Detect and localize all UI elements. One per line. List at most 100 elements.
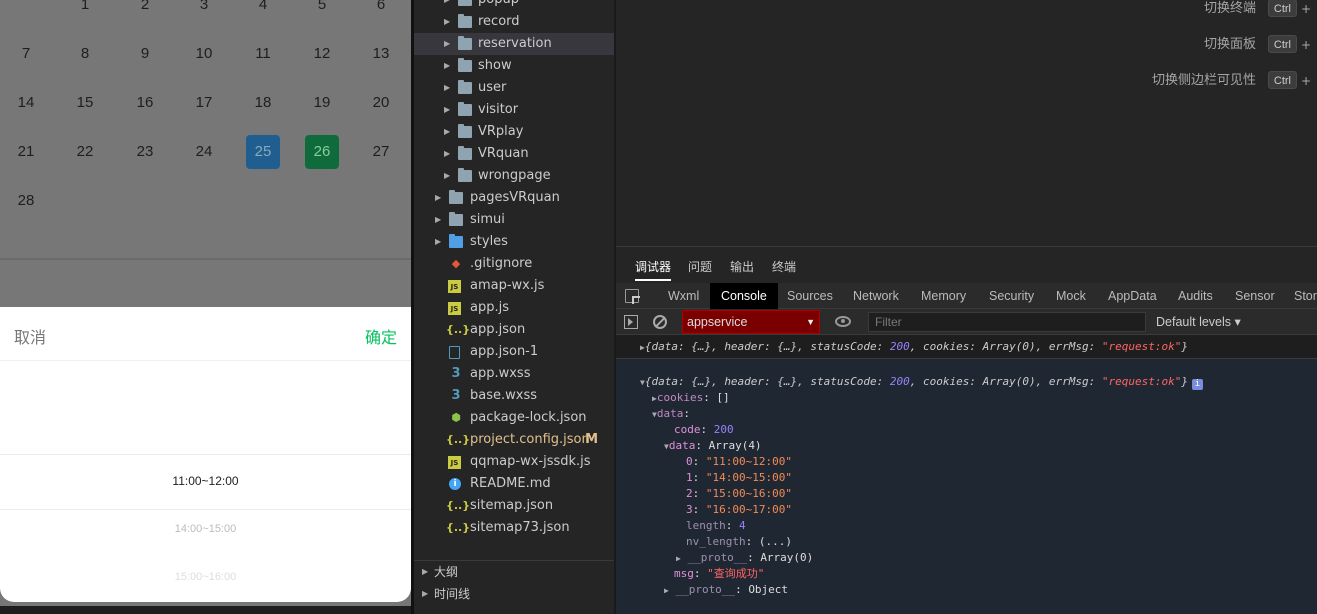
log-summary[interactable]: ▶{data: {…}, header: {…}, statusCode: 20… xyxy=(640,339,1188,355)
picker-cancel-button[interactable]: 取消 xyxy=(14,324,46,348)
prop-proto-object[interactable]: ▶ __proto__: Object xyxy=(664,582,788,598)
tab-sensor[interactable]: Sensor xyxy=(1235,283,1275,309)
calendar-day[interactable]: 16 xyxy=(128,86,162,120)
tree-file-gitignore[interactable]: ◆ .gitignore xyxy=(414,253,614,275)
calendar-day[interactable]: 14 xyxy=(9,86,43,120)
tree-folder-vrquan[interactable]: ▶ VRquan xyxy=(414,143,614,165)
tree-folder-styles[interactable]: ▶ styles xyxy=(414,231,614,253)
shortcut-label: 切换面板 xyxy=(1203,37,1256,52)
context-select[interactable]: appservice ▼ xyxy=(682,310,820,334)
picker-option-selected[interactable]: 11:00~12:00 xyxy=(0,474,411,488)
log-summary[interactable]: ▼{data: {…}, header: {…}, statusCode: 20… xyxy=(640,374,1203,390)
prop-data[interactable]: ▼data: xyxy=(652,406,690,422)
tree-file-appjson[interactable]: {..} app.json xyxy=(414,319,614,341)
prop-nv-length[interactable]: nv_length: (...) xyxy=(686,534,792,550)
calendar-day[interactable]: 8 xyxy=(68,37,102,71)
calendar-day[interactable]: 24 xyxy=(187,135,221,169)
calendar-day[interactable]: 15 xyxy=(68,86,102,120)
calendar-day[interactable]: 9 xyxy=(128,37,162,71)
calendar-day-selected-end[interactable]: 26 xyxy=(305,135,339,169)
picker-option[interactable]: 15:00~16:00 xyxy=(0,571,411,583)
tree-folder-show[interactable]: ▶ show xyxy=(414,55,614,77)
calendar-day[interactable]: 28 xyxy=(9,184,43,218)
tab-output[interactable]: 输出 xyxy=(730,258,754,275)
calendar-day[interactable]: 23 xyxy=(128,135,162,169)
calendar-day[interactable]: 11 xyxy=(246,37,280,71)
calendar-day[interactable]: 7 xyxy=(9,37,43,71)
tab-appdata[interactable]: AppData xyxy=(1108,283,1157,309)
picker-option[interactable]: 14:00~15:00 xyxy=(0,523,411,535)
tab-security[interactable]: Security xyxy=(989,283,1034,309)
console-filter-input[interactable] xyxy=(868,312,1146,332)
folder-icon xyxy=(458,168,472,182)
tree-file-sitemap[interactable]: {..} sitemap.json xyxy=(414,495,614,517)
tree-file-package-lock[interactable]: ⬢ package-lock.json xyxy=(414,407,614,429)
tree-file-qqmap[interactable]: JS qqmap-wx-jssdk.js xyxy=(414,451,614,473)
prop-data-array[interactable]: ▼data: Array(4) xyxy=(664,438,762,454)
console-log-entry[interactable]: ▶{data: {…}, header: {…}, statusCode: 20… xyxy=(616,335,1317,359)
tree-folder-popup[interactable]: ▶ popup xyxy=(414,0,614,11)
tree-folder-record[interactable]: ▶ record xyxy=(414,11,614,33)
calendar-day[interactable]: 17 xyxy=(187,86,221,120)
timeline-section[interactable]: ▶ 时间线 xyxy=(414,583,614,605)
calendar-day[interactable]: 12 xyxy=(305,37,339,71)
tree-folder-wrongpage[interactable]: ▶ wrongpage xyxy=(414,165,614,187)
calendar-day[interactable]: 4 xyxy=(246,0,280,22)
picker-confirm-button[interactable]: 确定 xyxy=(365,324,397,348)
tab-mock[interactable]: Mock xyxy=(1056,283,1086,309)
console-log-entry-expanded[interactable]: ▼{data: {…}, header: {…}, statusCode: 20… xyxy=(616,359,1317,614)
calendar-row-1: 1 2 3 4 5 6 xyxy=(0,0,411,28)
calendar-day-selected-start[interactable]: 25 xyxy=(246,135,280,169)
tab-memory[interactable]: Memory xyxy=(921,283,966,309)
calendar-day[interactable]: 5 xyxy=(305,0,339,22)
tree-file-amap[interactable]: JS amap-wx.js xyxy=(414,275,614,297)
tree-folder-reservation[interactable]: ▶ reservation xyxy=(414,33,614,55)
tab-problems[interactable]: 问题 xyxy=(688,258,712,275)
calendar-day[interactable]: 19 xyxy=(305,86,339,120)
calendar-day[interactable]: 6 xyxy=(364,0,398,22)
prop-cookies[interactable]: ▶cookies: [] xyxy=(652,390,730,406)
calendar-day[interactable]: 2 xyxy=(128,0,162,22)
tree-item-label: VRplay xyxy=(478,124,524,139)
tab-wxml[interactable]: Wxml xyxy=(668,283,699,309)
panel-tabbar: 调试器 问题 输出 终端 xyxy=(616,247,1317,283)
inspect-element-icon[interactable] xyxy=(625,289,640,304)
calendar-day[interactable]: 22 xyxy=(68,135,102,169)
tree-file-appwxss[interactable]: 3 app.wxss xyxy=(414,363,614,385)
tab-console[interactable]: Console xyxy=(710,283,778,309)
calendar-day[interactable]: 10 xyxy=(187,37,221,71)
tab-sources[interactable]: Sources xyxy=(787,283,833,309)
info-icon[interactable]: i xyxy=(1191,379,1203,390)
tree-file-project-config[interactable]: {..} project.config.json M xyxy=(414,429,614,451)
tab-debugger[interactable]: 调试器 xyxy=(635,258,672,281)
tree-file-readme[interactable]: i README.md xyxy=(414,473,614,495)
outline-section[interactable]: ▶ 大纲 xyxy=(414,561,614,583)
prop-proto-array[interactable]: ▶ __proto__: Array(0) xyxy=(676,550,813,566)
calendar-day[interactable]: 13 xyxy=(364,37,398,71)
tree-file-appjs[interactable]: JS app.js xyxy=(414,297,614,319)
tab-audits[interactable]: Audits xyxy=(1178,283,1213,309)
tree-folder-simui[interactable]: ▶ simui xyxy=(414,209,614,231)
tab-storage[interactable]: Stora xyxy=(1294,283,1317,309)
tree-file-appjson-1[interactable]: app.json-1 xyxy=(414,341,614,363)
tree-file-sitemap73[interactable]: {..} sitemap73.json xyxy=(414,517,614,539)
tree-folder-user[interactable]: ▶ user xyxy=(414,77,614,99)
file-icon xyxy=(449,346,460,359)
tree-folder-vrplay[interactable]: ▶ VRplay xyxy=(414,121,614,143)
calendar-day[interactable]: 21 xyxy=(9,135,43,169)
calendar-day[interactable]: 20 xyxy=(364,86,398,120)
tree-file-basewxss[interactable]: 3 base.wxss xyxy=(414,385,614,407)
tree-folder-pagesvrquan[interactable]: ▶ pagesVRquan xyxy=(414,187,614,209)
log-levels-dropdown[interactable]: Default levels ▾ xyxy=(1156,309,1241,335)
calendar-day[interactable]: 27 xyxy=(364,135,398,169)
eye-icon[interactable] xyxy=(835,316,851,327)
clear-console-icon[interactable] xyxy=(653,315,667,329)
tree-folder-visitor[interactable]: ▶ visitor xyxy=(414,99,614,121)
show-sidebar-icon[interactable] xyxy=(624,315,638,329)
tab-terminal[interactable]: 终端 xyxy=(772,258,796,275)
tab-network[interactable]: Network xyxy=(853,283,899,309)
calendar-day[interactable]: 1 xyxy=(68,0,102,22)
calendar-day[interactable]: 3 xyxy=(187,0,221,22)
git-modified-badge: M xyxy=(585,432,598,447)
calendar-day[interactable]: 18 xyxy=(246,86,280,120)
